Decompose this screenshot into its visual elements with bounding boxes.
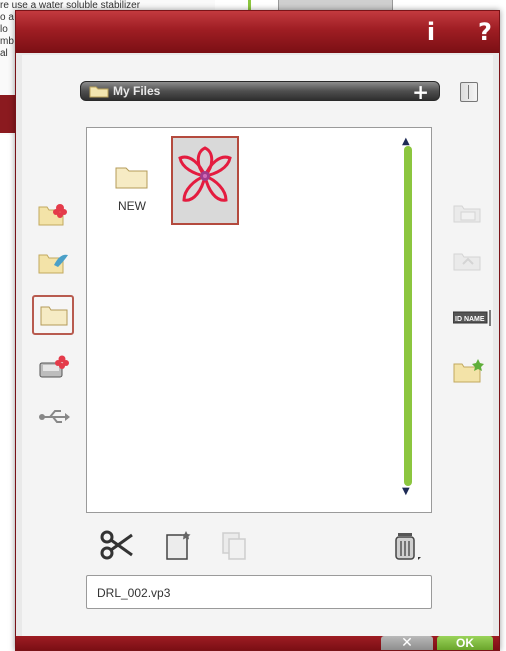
folder-icon <box>115 167 148 189</box>
file-browser[interactable]: NEW ▲ ▼ <box>86 127 432 513</box>
folder-up-icon <box>453 253 481 271</box>
copy-icon <box>222 532 246 560</box>
folder-new-icon <box>453 359 484 383</box>
folder-open-icon <box>453 205 481 223</box>
nav-builtin-designs[interactable] <box>32 195 74 235</box>
folder-stitch-icon <box>38 254 68 274</box>
content-area: My Files + NEW ▲ ▼ ID NAME DRL_002.vp3 <box>22 55 493 637</box>
bottom-bar: ✕ OK <box>16 636 499 650</box>
folder-icon <box>40 306 68 326</box>
cut-button[interactable] <box>98 527 134 563</box>
cancel-button[interactable]: ✕ <box>381 636 433 650</box>
filename-field[interactable]: DRL_002.vp3 <box>86 575 432 609</box>
rename-badge-text: ID NAME <box>455 316 485 323</box>
paste-button[interactable] <box>162 527 198 563</box>
ok-button[interactable]: OK <box>437 636 493 650</box>
scrollbar[interactable] <box>404 146 412 486</box>
flower-design-icon <box>178 146 232 202</box>
trash-icon <box>395 533 421 560</box>
nav-my-files[interactable] <box>32 295 74 335</box>
open-folder-button[interactable] <box>447 197 489 231</box>
nav-builtin-stitches[interactable] <box>32 243 74 283</box>
folder-path-bar: My Files + <box>80 80 440 104</box>
new-folder-button[interactable] <box>447 353 489 387</box>
folder-icon <box>89 86 109 98</box>
file-item-folder[interactable]: NEW <box>107 164 157 213</box>
file-item-design-selected[interactable] <box>171 136 239 225</box>
nav-usb-device[interactable] <box>32 401 74 441</box>
folder-up-button[interactable] <box>447 245 489 279</box>
info-button[interactable]: i <box>418 19 444 45</box>
copy-button[interactable] <box>218 527 254 563</box>
nav-pc-files[interactable] <box>32 347 74 387</box>
folder-title: My Files <box>113 84 161 98</box>
scissors-icon <box>100 530 133 560</box>
list-view-toggle-button[interactable] <box>460 82 478 102</box>
new-folder-plus-button[interactable]: + <box>412 80 429 104</box>
scroll-down-arrow[interactable]: ▼ <box>402 486 410 497</box>
usb-icon <box>39 410 70 423</box>
paste-icon <box>166 531 191 560</box>
rename-icon: ID NAME <box>453 310 491 326</box>
delete-button[interactable] <box>388 527 424 563</box>
help-button[interactable]: ? <box>472 19 498 45</box>
file-item-label: NEW <box>118 199 146 213</box>
background-green-mark <box>248 0 251 10</box>
file-manager-dialog: i ? My Files + NEW ▲ ▼ ID NAME DRL_002.v… <box>15 10 500 651</box>
computer-embroidery-icon <box>39 355 69 378</box>
rename-button[interactable]: ID NAME <box>447 303 491 337</box>
titlebar: i ? <box>16 11 499 53</box>
folder-embroidery-icon <box>38 204 67 226</box>
